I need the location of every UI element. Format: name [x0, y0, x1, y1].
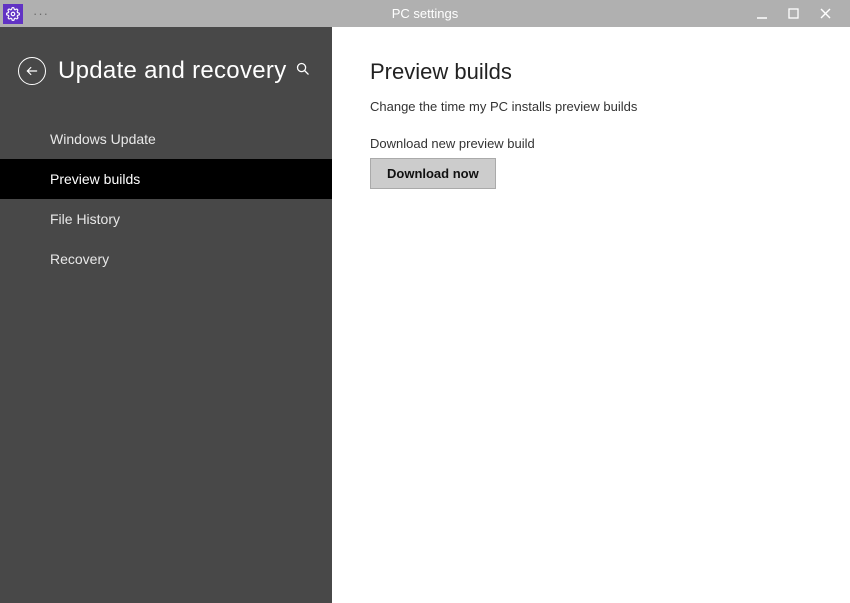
settings-gear-icon [3, 4, 23, 24]
main-content: Preview builds Change the time my PC ins… [332, 27, 850, 603]
sidebar: Update and recovery Windows Update Previ… [0, 27, 332, 603]
search-icon[interactable] [291, 57, 314, 85]
download-now-button[interactable]: Download now [370, 158, 496, 189]
sidebar-nav: Windows Update Preview builds File Histo… [0, 119, 332, 279]
maximize-icon[interactable] [788, 8, 804, 19]
close-icon[interactable] [820, 8, 836, 19]
page-description: Change the time my PC installs preview b… [370, 99, 812, 114]
sidebar-item-file-history[interactable]: File History [0, 199, 332, 239]
app-menu-dots[interactable]: ··· [33, 6, 49, 21]
window-title: PC settings [392, 6, 458, 21]
minimize-icon[interactable] [756, 8, 772, 20]
sidebar-item-preview-builds[interactable]: Preview builds [0, 159, 332, 199]
page-title: Preview builds [370, 59, 812, 85]
sidebar-title: Update and recovery [58, 57, 291, 85]
titlebar: ··· PC settings [0, 0, 850, 27]
back-icon[interactable] [18, 57, 46, 85]
app-body: Update and recovery Windows Update Previ… [0, 27, 850, 603]
sidebar-item-recovery[interactable]: Recovery [0, 239, 332, 279]
download-label: Download new preview build [370, 136, 812, 151]
sidebar-item-windows-update[interactable]: Windows Update [0, 119, 332, 159]
sidebar-header: Update and recovery [0, 27, 332, 101]
